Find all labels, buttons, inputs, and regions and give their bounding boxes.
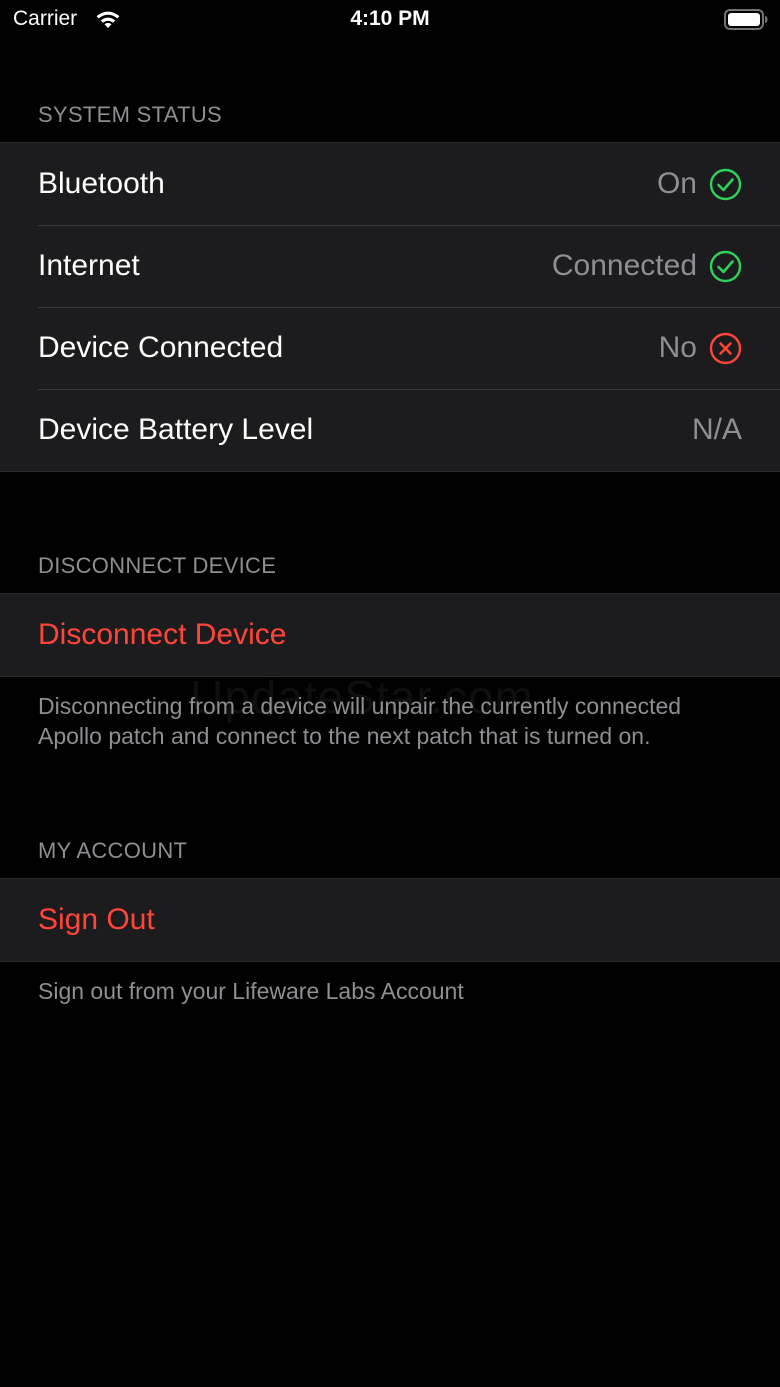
device-connected-status: No: [659, 331, 742, 365]
battery-icon: [724, 9, 768, 30]
bluetooth-status: On: [657, 167, 742, 201]
battery-level-status: N/A: [692, 413, 742, 447]
x-circle-icon: [709, 332, 742, 364]
clock: 4:10 PM: [350, 7, 430, 30]
battery-level-label: Device Battery Level: [38, 413, 314, 446]
bluetooth-row: Bluetooth On: [0, 143, 780, 225]
sign-out-button[interactable]: Sign Out: [0, 879, 780, 961]
system-status-header: SYSTEM STATUS: [38, 102, 222, 127]
device-connected-row: Device Connected No: [0, 307, 780, 389]
internet-value: Connected: [551, 249, 697, 282]
battery-level-value: N/A: [691, 413, 742, 446]
internet-row: Internet Connected: [0, 225, 780, 307]
bluetooth-value: On: [656, 167, 697, 200]
device-connected-value: No: [658, 331, 697, 364]
bluetooth-label: Bluetooth: [38, 167, 165, 200]
sign-out-label: Sign Out: [38, 903, 155, 936]
check-circle-icon: [709, 250, 742, 282]
internet-status: Connected: [552, 249, 742, 283]
disconnect-device-button[interactable]: Disconnect Device: [0, 594, 780, 676]
my-account-header: MY ACCOUNT: [38, 838, 188, 863]
system-status-group: Bluetooth On Internet Connected Device C…: [0, 142, 780, 472]
my-account-group: Sign Out: [0, 878, 780, 962]
battery-level-row: Device Battery Level N/A: [0, 389, 780, 471]
internet-label: Internet: [38, 249, 140, 282]
disconnect-device-header: DISCONNECT DEVICE: [38, 553, 277, 578]
device-connected-label: Device Connected: [38, 331, 284, 364]
disconnect-device-group: Disconnect Device: [0, 593, 780, 677]
disconnect-device-label: Disconnect Device: [38, 618, 287, 651]
sign-out-footer: Sign out from your Lifeware Labs Account: [38, 978, 464, 1004]
status-bar: Carrier 4:10 PM: [0, 0, 780, 40]
disconnect-device-footer: Disconnecting from a device will unpair …: [38, 693, 682, 749]
check-circle-icon: [709, 168, 742, 200]
